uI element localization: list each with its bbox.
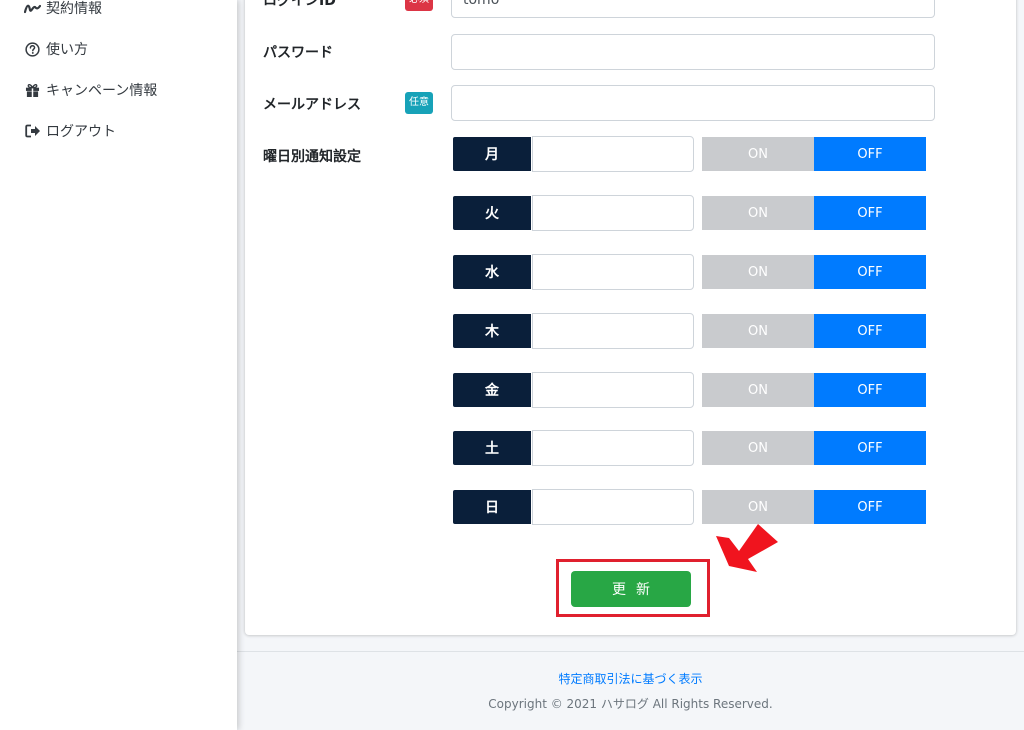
sidebar-item-contract[interactable]: 契約情報 (24, 0, 102, 18)
day-time-input[interactable] (532, 136, 694, 172)
day-time-input[interactable] (532, 430, 694, 466)
day-row-wed: 水 ON OFF (453, 254, 927, 290)
sidebar-item-howto[interactable]: 使い方 (24, 39, 88, 59)
password-input[interactable] (451, 34, 935, 70)
day-time-input[interactable] (532, 489, 694, 525)
on-button[interactable]: ON (702, 431, 814, 465)
off-button[interactable]: OFF (814, 431, 926, 465)
on-off-toggle: ON OFF (702, 431, 927, 465)
on-off-toggle: ON OFF (702, 373, 927, 407)
sidebar-item-campaign[interactable]: キャンペーン情報 (24, 80, 157, 100)
day-row-fri: 金 ON OFF (453, 372, 927, 408)
day-label: 金 (453, 373, 531, 407)
day-label: 木 (453, 314, 531, 348)
day-time-input[interactable] (532, 254, 694, 290)
day-time-input[interactable] (532, 195, 694, 231)
day-label: 火 (453, 196, 531, 230)
off-button[interactable]: OFF (814, 490, 926, 524)
gift-icon (24, 82, 41, 99)
sidebar-item-label: 使い方 (46, 42, 88, 58)
question-circle-icon (24, 41, 41, 58)
day-row-sun: 日 ON OFF (453, 489, 927, 525)
off-button[interactable]: OFF (814, 196, 926, 230)
off-button[interactable]: OFF (814, 373, 926, 407)
password-label: パスワード (263, 45, 333, 61)
optional-badge: 任意 (405, 92, 433, 114)
on-off-toggle: ON OFF (702, 314, 927, 348)
day-label: 月 (453, 137, 531, 171)
login-id-label: ログインID (263, 0, 336, 9)
on-off-toggle: ON OFF (702, 255, 927, 289)
copyright-text: Copyright © 2021 ハサログ All Rights Reserve… (488, 697, 773, 711)
weekly-notification-label: 曜日別通知設定 (263, 149, 361, 165)
on-button[interactable]: ON (702, 196, 814, 230)
signature-icon (24, 0, 41, 17)
day-row-mon: 月 ON OFF (453, 136, 927, 172)
day-label: 水 (453, 255, 531, 289)
on-button[interactable]: ON (702, 373, 814, 407)
on-button[interactable]: ON (702, 255, 814, 289)
sidebar: 契約情報 使い方 キャンペーン情報 ログアウト (0, 0, 237, 730)
email-input[interactable] (451, 85, 935, 121)
on-off-toggle: ON OFF (702, 196, 927, 230)
email-label: メールアドレス (263, 97, 361, 113)
day-time-input[interactable] (532, 313, 694, 349)
login-id-input[interactable] (451, 0, 935, 18)
update-button[interactable]: 更新 (571, 571, 691, 607)
on-button[interactable]: ON (702, 314, 814, 348)
pointer-arrow-icon (716, 524, 778, 572)
sidebar-item-label: ログアウト (46, 124, 116, 140)
sidebar-item-label: キャンペーン情報 (46, 83, 158, 99)
sign-out-icon (24, 123, 41, 140)
off-button[interactable]: OFF (814, 137, 926, 171)
footer-divider (237, 651, 1024, 652)
day-row-tue: 火 ON OFF (453, 195, 927, 231)
day-time-input[interactable] (532, 372, 694, 408)
sidebar-item-label: 契約情報 (46, 1, 102, 17)
on-off-toggle: ON OFF (702, 137, 927, 171)
sidebar-item-logout[interactable]: ログアウト (24, 121, 116, 141)
day-row-thu: 木 ON OFF (453, 313, 927, 349)
legal-notice-link[interactable]: 特定商取引法に基づく表示 (237, 670, 1024, 687)
required-badge: 必須 (405, 0, 433, 11)
off-button[interactable]: OFF (814, 314, 926, 348)
on-button[interactable]: ON (702, 137, 814, 171)
off-button[interactable]: OFF (814, 255, 926, 289)
day-row-sat: 土 ON OFF (453, 430, 927, 466)
day-label: 土 (453, 431, 531, 465)
day-label: 日 (453, 490, 531, 524)
